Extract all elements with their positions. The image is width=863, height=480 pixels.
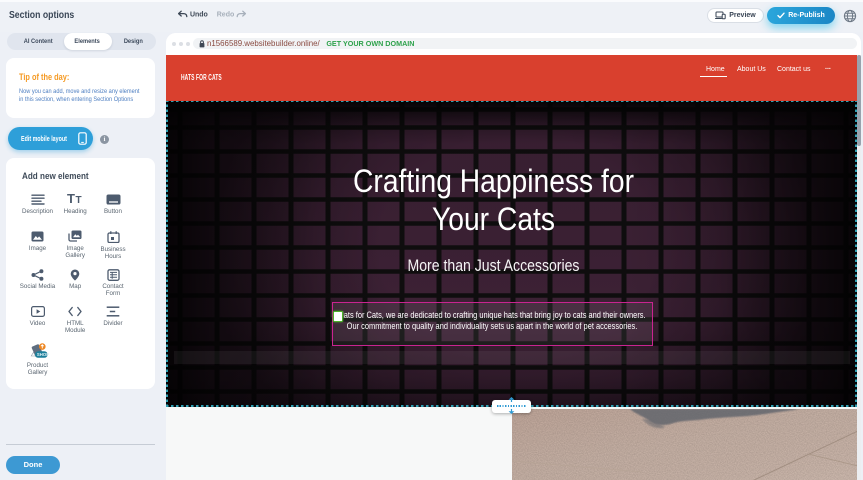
svg-text:SHOP: SHOP (36, 352, 48, 357)
svg-text:T: T (67, 192, 75, 205)
svg-text:T: T (76, 195, 82, 205)
